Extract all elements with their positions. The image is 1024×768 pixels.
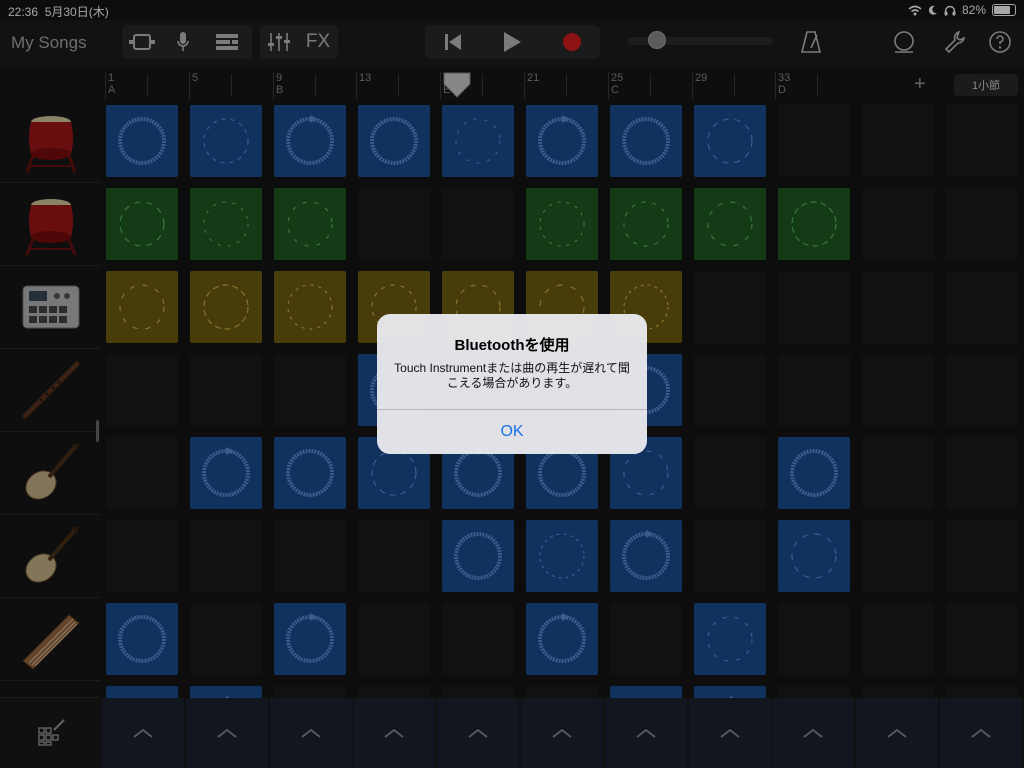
alert-ok-button[interactable]: OK <box>377 410 647 454</box>
alert-message: Touch Instrumentまたは曲の再生が遅れて聞こえる場合があります。 <box>394 361 630 390</box>
alert-title: Bluetoothを使用 <box>454 337 570 354</box>
bluetooth-alert-dialog: Bluetoothを使用 Touch Instrumentまたは曲の再生が遅れて… <box>377 314 647 454</box>
